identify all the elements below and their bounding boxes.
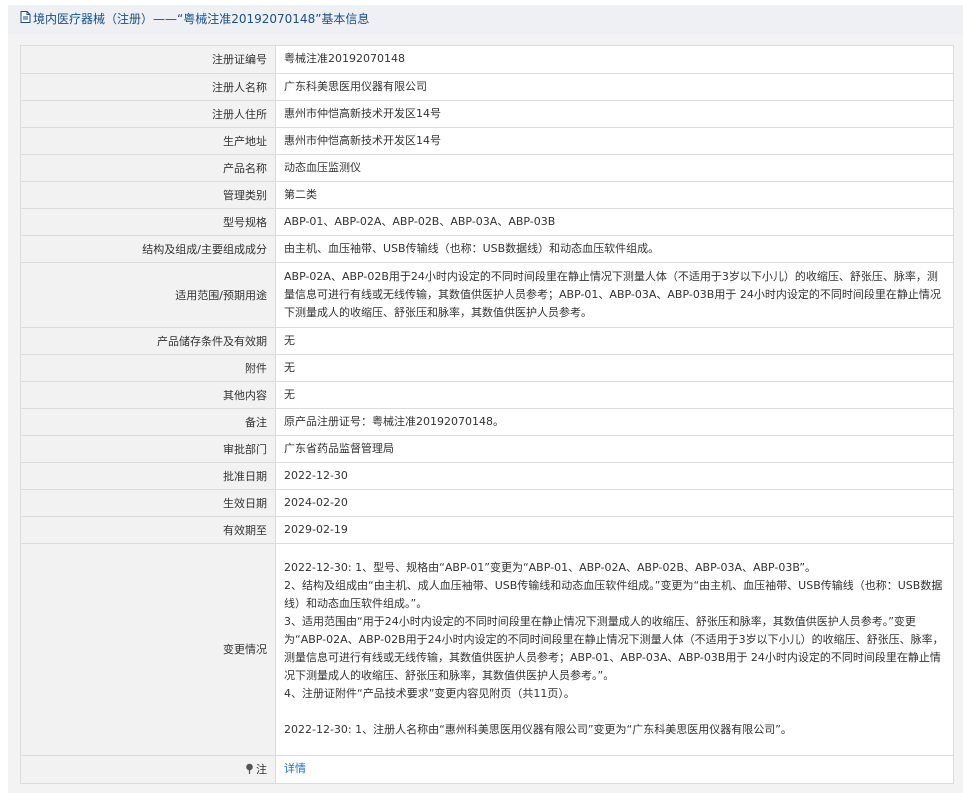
row-label: 附件 (21, 354, 276, 382)
change-paragraph: 2022-12-30: 1、注册人名称由“惠州科美思医用仪器有限公司”变更为“广… (284, 723, 792, 736)
row-label: 管理类别 (21, 181, 276, 209)
row-value: ABP-02A、ABP-02B用于24小时内设定的不同时间段里在静止情况下测量人… (275, 262, 953, 328)
table-row: 结构及组成/主要组成成分 由主机、血压袖带、USB传输线（也称：USB数据线）和动… (21, 235, 953, 263)
table-row: 附件无 (21, 354, 953, 382)
row-label: 有效期至 (21, 516, 276, 544)
document-icon (20, 5, 31, 34)
note-label: 注 (256, 763, 267, 776)
table-row: 型号规格 ABP-01、ABP-02A、ABP-02B、ABP-03A、ABP-0… (21, 208, 953, 236)
pin-icon (245, 763, 254, 777)
table-row: 批准日期 2022-12-30 (21, 462, 953, 490)
row-value: 广东省药品监督管理局 (275, 435, 953, 463)
row-value: 惠州市仲恺高新技术开发区14号 (275, 127, 953, 155)
table-row: 生产地址 惠州市仲恺高新技术开发区14号 (21, 127, 953, 155)
table-row: 产品储存条件及有效期无 (21, 327, 953, 355)
row-label: 型号规格 (21, 208, 276, 236)
table-row: 审批部门 广东省药品监督管理局 (21, 435, 953, 463)
row-value: ABP-01、ABP-02A、ABP-02B、ABP-03A、ABP-03B (275, 208, 953, 236)
row-value: 2024-02-20 (275, 489, 953, 517)
row-label: 注册人名称 (21, 73, 276, 101)
change-paragraph (284, 703, 945, 721)
details-link[interactable]: 详情 (284, 762, 306, 775)
table-row: 有效期至 2029-02-19 (21, 516, 953, 544)
row-value: 动态血压监测仪 (275, 154, 953, 182)
change-paragraph: 3、适用范围由“用于24小时内设定的不同时间段里在静止情况下测量成人的收缩压、舒… (284, 615, 944, 682)
table-row: 生效日期 2024-02-20 (21, 489, 953, 517)
row-label: 批准日期 (21, 462, 276, 490)
table-row: 变更情况 2022-12-30: 1、型号、规格由“ABP-01”变更为“ABP… (21, 543, 953, 756)
info-panel: 注册证编号 粤械注准20192070148 注册人名称 广东科美思医用仪器有限公司 注册… (20, 45, 954, 784)
page-header: 境内医疗器械（注册）——“粤械注准20192070148”基本信息 (8, 5, 963, 34)
row-value: 惠州市仲恺高新技术开发区14号 (275, 100, 953, 128)
row-value: 粤械注准20192070148 (275, 46, 953, 74)
row-label: 适用范围/预期用途 (21, 262, 276, 328)
table-row: 适用范围/预期用途 ABP-02A、ABP-02B用于24小时内设定的不同时间段里… (21, 262, 953, 328)
row-label: 其他内容 (21, 381, 276, 409)
row-value: 第二类 (275, 181, 953, 209)
row-value: 广东科美思医用仪器有限公司 (275, 73, 953, 101)
row-value: 2022-12-30 (275, 462, 953, 490)
table-row: 注册证编号 粤械注准20192070148 (21, 46, 953, 74)
row-value: 原产品注册证号：粤械注准20192070148。 (275, 408, 953, 436)
row-label: 变更情况 (21, 543, 276, 756)
row-value: 由主机、血压袖带、USB传输线（也称：USB数据线）和动态血压软件组成。 (275, 235, 953, 263)
row-value: 2029-02-19 (275, 516, 953, 544)
change-paragraph: 4、注册证附件“产品技术要求”变更内容见附页（共11页）。 (284, 687, 575, 700)
table-row: 注 详情 (21, 755, 953, 784)
table-row: 注册人住所 惠州市仲恺高新技术开发区14号 (21, 100, 953, 128)
row-label: 注册人住所 (21, 100, 276, 128)
row-label: 生效日期 (21, 489, 276, 517)
row-label: 注 (21, 755, 276, 784)
changes-content: 2022-12-30: 1、型号、规格由“ABP-01”变更为“ABP-01、A… (275, 543, 953, 756)
table-row: 注册人名称 广东科美思医用仪器有限公司 (21, 73, 953, 101)
change-paragraph: 2、结构及组成由“由主机、成人血压袖带、USB传输线和动态血压软件组成。”变更为… (284, 579, 943, 610)
row-label: 注册证编号 (21, 46, 276, 74)
change-paragraph: 2022-12-30: 1、型号、规格由“ABP-01”变更为“ABP-01、A… (284, 561, 817, 574)
row-label: 结构及组成/主要组成成分 (21, 235, 276, 263)
page-title: 境内医疗器械（注册）——“粤械注准20192070148”基本信息 (33, 12, 370, 26)
info-table: 注册证编号 粤械注准20192070148 注册人名称 广东科美思医用仪器有限公司 注册… (21, 46, 953, 784)
row-label: 生产地址 (21, 127, 276, 155)
row-label: 备注 (21, 408, 276, 436)
row-label: 产品名称 (21, 154, 276, 182)
row-label: 审批部门 (21, 435, 276, 463)
table-row: 其他内容无 (21, 381, 953, 409)
row-value: 详情 (275, 755, 953, 784)
row-value: 无 (275, 381, 953, 409)
table-row: 管理类别 第二类 (21, 181, 953, 209)
row-label: 产品储存条件及有效期 (21, 327, 276, 355)
table-row: 产品名称 动态血压监测仪 (21, 154, 953, 182)
row-value: 无 (275, 354, 953, 382)
table-row: 备注 原产品注册证号：粤械注准20192070148。 (21, 408, 953, 436)
row-value: 无 (275, 327, 953, 355)
